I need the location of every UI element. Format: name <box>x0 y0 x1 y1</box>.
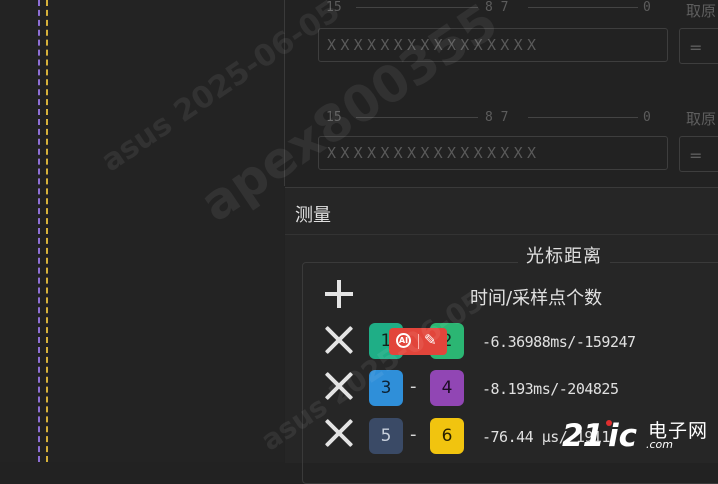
cursor-chip-4[interactable]: 4 <box>430 370 464 406</box>
equals-icon: = <box>689 38 703 57</box>
bit-ruler-1: 15 8 7 0 <box>318 0 668 15</box>
side-select-1[interactable]: = <box>679 28 718 64</box>
measure-panel-title: 测量 <box>295 205 331 226</box>
bit-label-low: 0 <box>643 110 651 125</box>
site-logo: 21 ic 电子网 .com <box>560 412 718 462</box>
add-measurement-button[interactable] <box>322 277 356 311</box>
cursor-chip-6[interactable]: 6 <box>430 418 464 454</box>
bit-label-mid: 8 7 <box>485 110 509 125</box>
range-dash: - <box>410 424 417 445</box>
logo-number: 21 <box>562 418 604 454</box>
remove-measurement-1-button[interactable] <box>323 324 355 356</box>
bit-mask-field-2[interactable]: XXXXXXXXXXXXXXXX <box>318 136 668 170</box>
bit-ruler-line <box>528 117 638 118</box>
cursor-line-purple[interactable] <box>38 0 40 462</box>
side-select-2[interactable]: = <box>679 136 718 172</box>
cursor-distance-title: 光标距离 <box>518 242 610 268</box>
measurement-value-1: -6.36988ms/-159247 <box>482 333 636 351</box>
bit-label-low: 0 <box>643 0 651 15</box>
equals-icon: = <box>689 146 703 165</box>
range-dash: - <box>410 376 417 397</box>
cursor-line-yellow[interactable] <box>46 0 48 462</box>
time-samples-header: 时间/采样点个数 <box>470 288 603 309</box>
bit-ruler-line <box>528 7 638 8</box>
remove-measurement-3-button[interactable] <box>323 417 355 449</box>
measurement-value-2: -8.193ms/-204825 <box>482 380 619 398</box>
logo-domain: .com <box>646 438 673 451</box>
side-label-1: 取原 <box>686 2 717 20</box>
cursor-chip-5[interactable]: 5 <box>369 418 403 454</box>
logo-ic: ic <box>608 418 638 454</box>
measure-panel-header[interactable]: 测量 <box>285 188 718 235</box>
side-label-2: 取原 <box>686 110 717 128</box>
